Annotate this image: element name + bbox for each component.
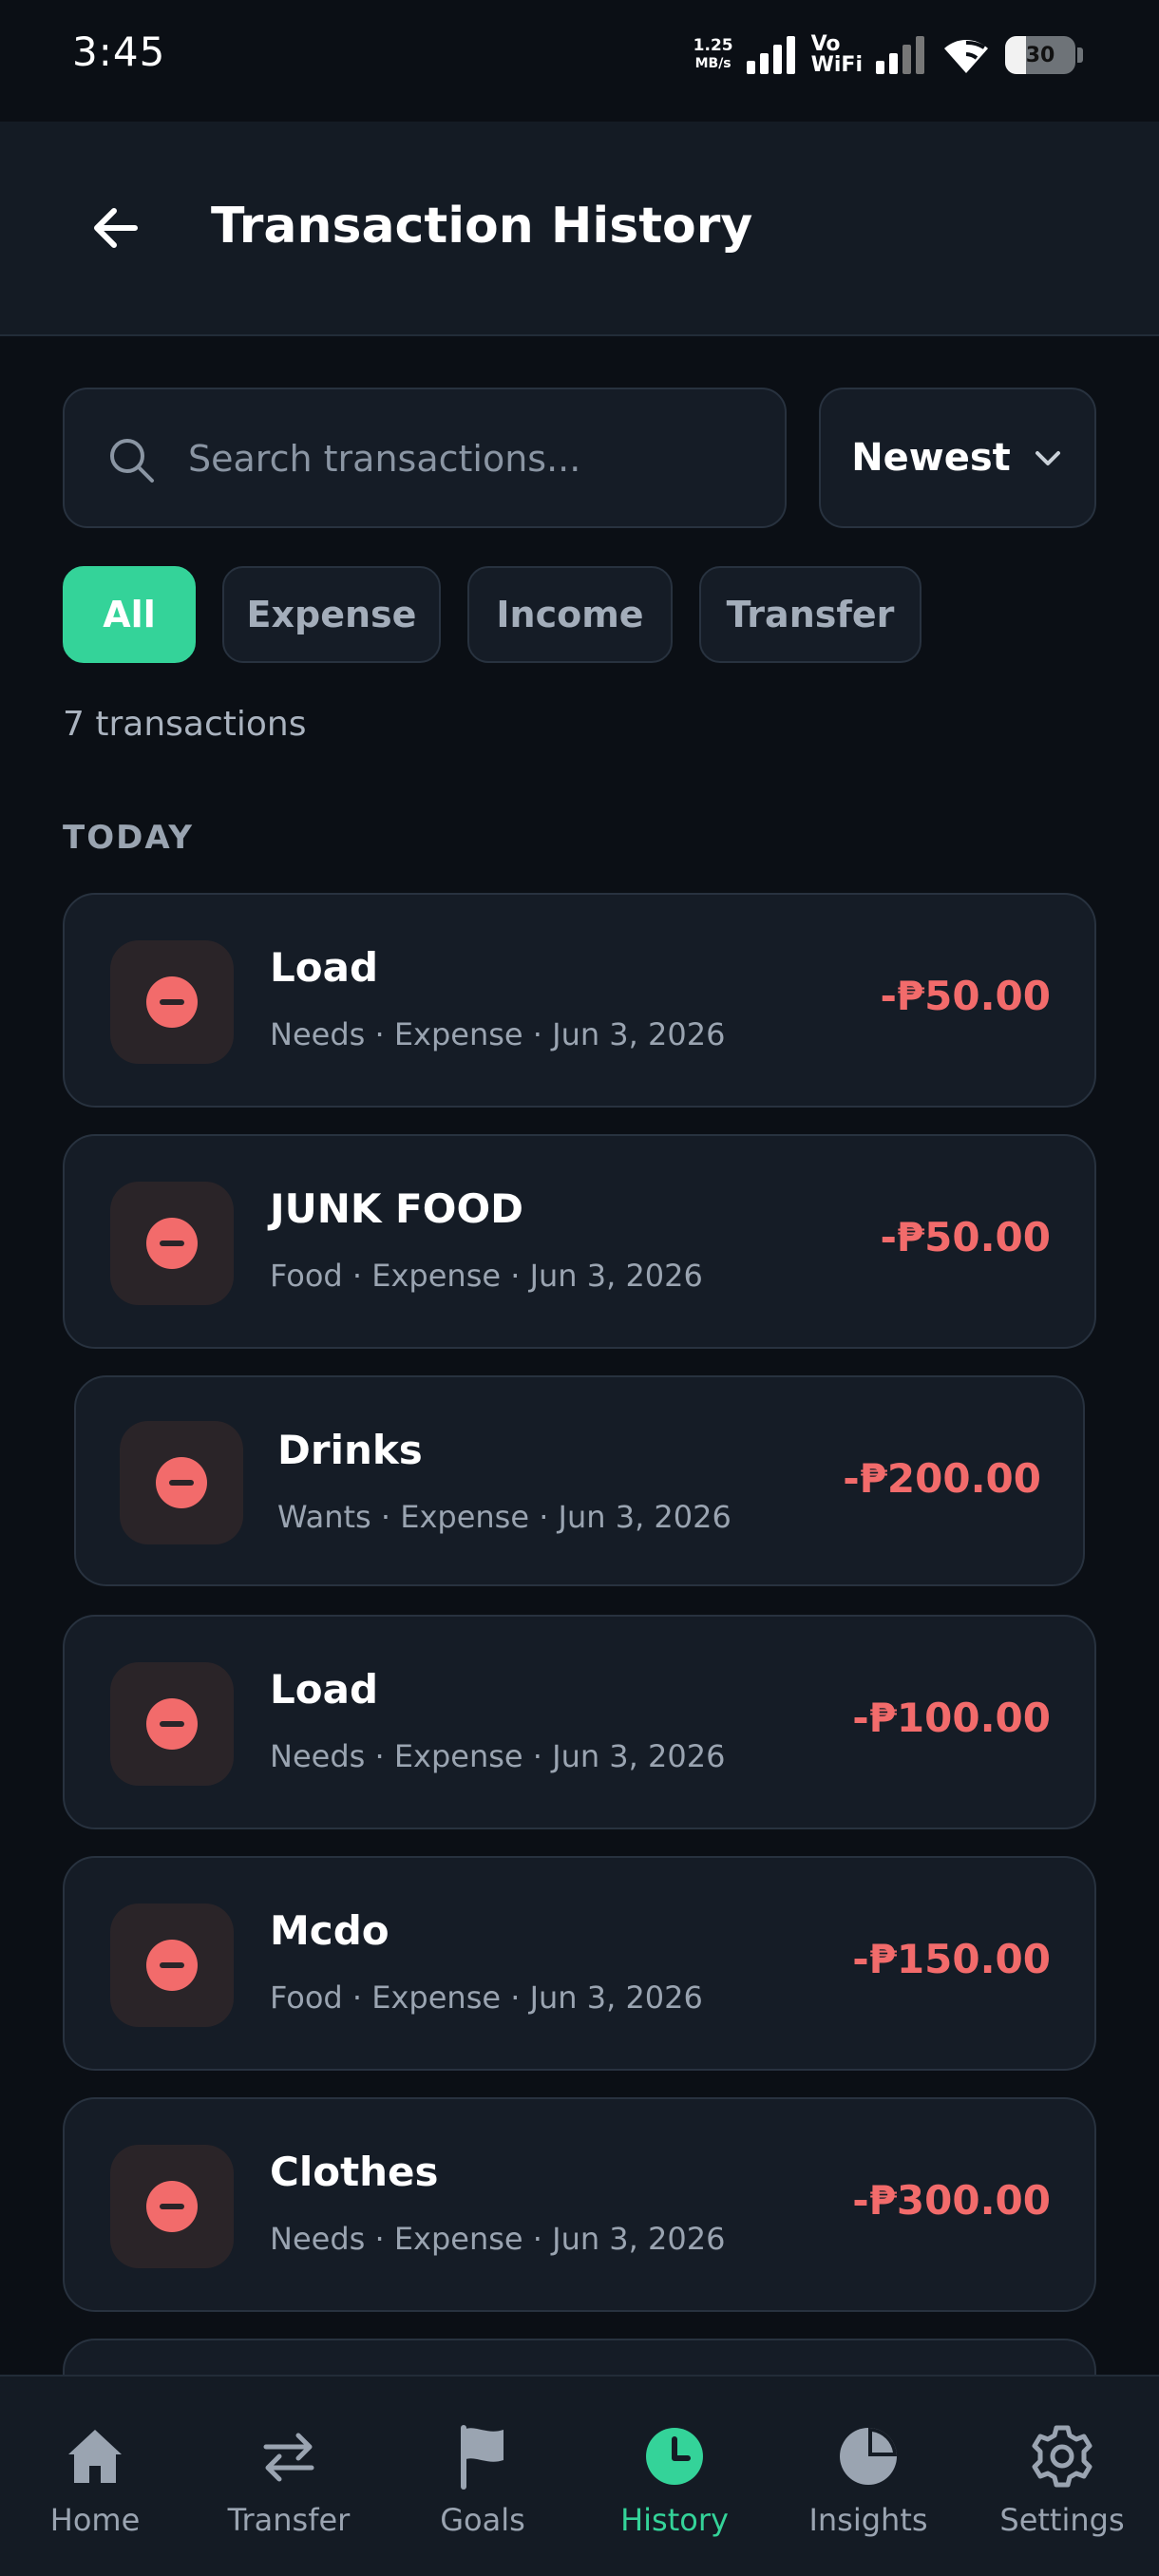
status-bar: 3:45 1.25 MB/s Vo WiFi 30 [0,0,1159,122]
transaction-title: Drinks [277,1427,423,1473]
transaction-meta: Needs · Expense · Jun 3, 2026 [270,1016,726,1052]
minus-circle-icon [146,976,198,1028]
nav-item-history[interactable]: History [589,2422,760,2555]
filter-chip-transfer[interactable]: Transfer [699,566,922,663]
filter-chip-income[interactable]: Income [467,566,673,663]
vowifi-indicator: Vo WiFi [811,34,863,76]
nav-item-home[interactable]: Home [10,2422,180,2555]
transaction-card[interactable]: JUNK FOOD Food · Expense · Jun 3, 2026 -… [63,1134,1096,1349]
nav-label-insights: Insights [808,2502,928,2538]
transaction-amount: -₱150.00 [852,1936,1051,1982]
battery-tip [1077,47,1083,63]
vowifi-line1: Vo [810,32,841,56]
section-label-today: TODAY [63,819,194,857]
transaction-amount: -₱100.00 [852,1695,1051,1741]
nav-label-home: Home [49,2502,141,2538]
sort-selected-label: Newest [851,436,1011,480]
page-title: Transaction History [211,198,753,255]
nav-item-settings[interactable]: Settings [977,2422,1148,2555]
expense-icon-box [110,1662,234,1786]
search-icon [110,439,154,483]
minus-circle-icon [146,1698,198,1750]
network-speed-unit: MB/s [694,56,732,71]
bottom-nav: Home Transfer Goals History Insights Set… [0,2375,1159,2576]
flag-icon [448,2422,517,2491]
filter-chip-expense[interactable]: Expense [222,566,441,663]
transaction-meta: Food · Expense · Jun 3, 2026 [270,1258,703,1294]
transaction-meta: Food · Expense · Jun 3, 2026 [270,1979,703,2016]
transaction-amount: -₱200.00 [843,1455,1041,1502]
transaction-title: Load [270,944,379,991]
transaction-meta: Wants · Expense · Jun 3, 2026 [277,1499,732,1535]
gear-icon [1028,2422,1096,2491]
transaction-title: Load [270,1666,379,1713]
signal-weak-icon [876,36,924,74]
nav-item-transfer[interactable]: Transfer [203,2422,374,2555]
nav-label-history: History [620,2502,729,2538]
status-icons: 1.25 MB/s Vo WiFi 30 [694,28,1083,82]
battery-level: 30 [1025,43,1055,67]
transaction-title: JUNK FOOD [270,1185,524,1232]
filter-chip-all[interactable]: All [63,566,196,663]
transfer-icon [255,2422,323,2491]
wifi-icon [944,40,988,73]
app-header: Transaction History [0,122,1159,336]
transaction-amount: -₱50.00 [880,973,1051,1019]
transaction-card[interactable]: Drinks Wants · Expense · Jun 3, 2026 -₱2… [74,1375,1085,1586]
nav-label-goals: Goals [440,2502,525,2538]
battery-fill [1005,36,1027,74]
nav-label-settings: Settings [999,2502,1125,2538]
expense-icon-box [110,1904,234,2027]
battery-icon: 30 [1005,36,1075,74]
transaction-amount: -₱300.00 [852,2177,1051,2224]
clock-icon [640,2422,709,2491]
back-button[interactable] [76,188,156,268]
sort-dropdown[interactable]: Newest [819,388,1096,528]
network-speed: 1.25 MB/s [694,37,733,73]
signal-icon [746,36,795,74]
transaction-card[interactable]: Clothes Needs · Expense · Jun 3, 2026 -₱… [63,2097,1096,2312]
search-input[interactable] [188,427,758,490]
minus-circle-icon [146,1218,198,1269]
transaction-meta: Needs · Expense · Jun 3, 2026 [270,2221,726,2257]
transaction-card[interactable]: Load Needs · Expense · Jun 3, 2026 -₱100… [63,1615,1096,1829]
transaction-title: Clothes [270,2149,439,2195]
transaction-meta: Needs · Expense · Jun 3, 2026 [270,1738,726,1774]
nav-label-transfer: Transfer [227,2502,351,2538]
transaction-card[interactable]: Load Needs · Expense · Jun 3, 2026 -₱50.… [63,893,1096,1108]
vowifi-line2: WiFi [810,53,863,77]
network-speed-value: 1.25 [693,36,733,55]
pie-chart-icon [834,2422,902,2491]
status-time: 3:45 [72,28,166,75]
minus-circle-icon [146,2181,198,2232]
search-box[interactable] [63,388,787,528]
chevron-down-icon [1035,451,1060,465]
expense-icon-box [110,2145,234,2268]
transaction-title: Mcdo [270,1907,390,1954]
minus-circle-icon [156,1457,207,1508]
expense-icon-box [110,1182,234,1305]
minus-circle-icon [146,1940,198,1991]
transaction-amount: -₱50.00 [880,1214,1051,1260]
transaction-count: 7 transactions [63,705,307,744]
expense-icon-box [120,1421,243,1544]
expense-icon-box [110,940,234,1064]
nav-item-insights[interactable]: Insights [783,2422,954,2555]
nav-item-goals[interactable]: Goals [397,2422,568,2555]
transaction-card[interactable]: Mcdo Food · Expense · Jun 3, 2026 -₱150.… [63,1856,1096,2071]
home-icon [61,2422,129,2491]
arrow-left-icon [94,208,138,248]
